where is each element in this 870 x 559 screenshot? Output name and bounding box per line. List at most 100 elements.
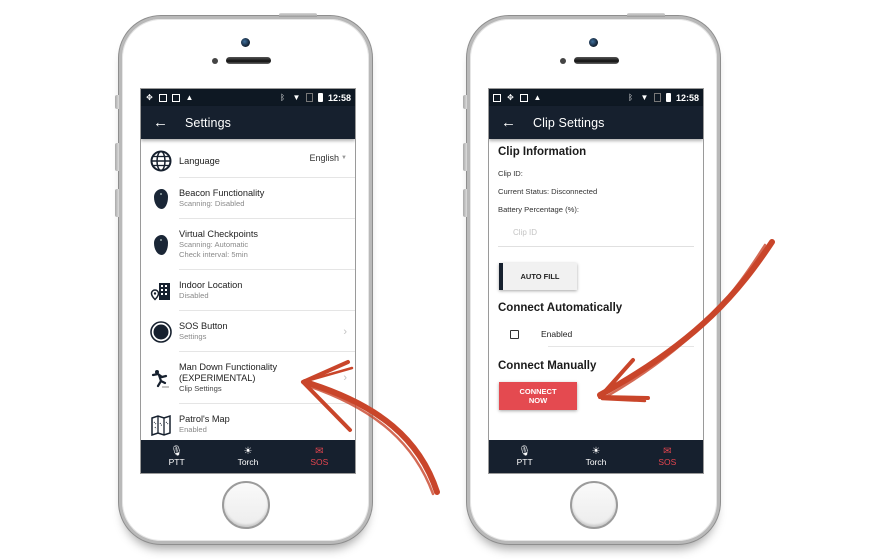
- app-bar: ← Settings: [141, 106, 355, 139]
- nav-label: SOS: [658, 457, 677, 467]
- man-down-icon: [150, 367, 172, 389]
- setting-subtitle: Scanning: Automatic: [179, 240, 249, 249]
- microphone-icon: 🎙︎: [518, 446, 531, 457]
- page-title: Settings: [185, 115, 231, 130]
- sos-envelope-icon: ✉: [315, 446, 324, 457]
- image-icon: [493, 93, 501, 102]
- setting-title: Virtual Checkpoints: [179, 229, 258, 239]
- clock: 12:58: [675, 92, 699, 103]
- sync-icon: ✥: [507, 93, 514, 102]
- beacon-icon: [150, 188, 172, 210]
- battery-percentage-label: Battery Percentage (%):: [498, 205, 580, 214]
- nav-torch[interactable]: ☀ Torch: [218, 446, 278, 467]
- dropdown-caret-icon: ▼: [341, 155, 347, 162]
- volume-down-button: [115, 189, 119, 217]
- home-button: [221, 481, 270, 529]
- enabled-checkbox[interactable]: [510, 329, 519, 339]
- setting-subtitle: Disabled: [179, 291, 209, 300]
- no-sim-icon: [653, 93, 661, 102]
- enabled-checkbox-row[interactable]: Enabled: [498, 321, 694, 347]
- nav-ptt[interactable]: 🎙︎ PTT: [495, 446, 555, 467]
- enabled-label: Enabled: [541, 329, 573, 339]
- earpiece-speaker: [226, 57, 271, 64]
- microphone-icon: 🎙︎: [170, 446, 183, 457]
- clip-information-heading: Clip Information: [498, 146, 587, 158]
- connect-manually-heading: Connect Manually: [498, 360, 597, 372]
- setting-title: SOS Button: [179, 321, 228, 331]
- setting-patrols-map[interactable]: Patrol's Map Enabled: [141, 404, 355, 440]
- setting-subtitle: Enabled: [179, 425, 207, 434]
- setting-man-down[interactable]: Man Down Functionality (EXPERIMENTAL) Cl…: [141, 352, 355, 404]
- auto-fill-button[interactable]: AUTO FILL: [499, 263, 577, 290]
- chevron-right-icon: ›: [343, 325, 347, 338]
- torch-icon: ☀: [591, 446, 601, 457]
- connect-now-line2: NOW: [528, 396, 548, 405]
- proximity-sensor: [212, 58, 218, 64]
- language-dropdown[interactable]: English ▼: [310, 153, 347, 163]
- nav-torch[interactable]: ☀ Torch: [566, 446, 626, 467]
- nav-label: SOS: [310, 457, 329, 467]
- nav-ptt[interactable]: 🎙︎ PTT: [147, 446, 207, 467]
- volume-down-button: [463, 189, 467, 217]
- indoor-location-icon: [150, 280, 172, 302]
- image-icon: [159, 93, 167, 102]
- setting-title: Beacon Functionality: [179, 188, 265, 198]
- bottom-nav: 🎙︎ PTT ☀ Torch ✉ SOS: [141, 440, 355, 473]
- sos-button-icon: [150, 320, 172, 343]
- earpiece-speaker: [574, 57, 619, 64]
- setting-title: Man Down Functionality: [179, 362, 278, 372]
- front-camera: [240, 38, 250, 47]
- nav-sos[interactable]: ✉ SOS: [637, 446, 697, 467]
- setting-indoor-location[interactable]: Indoor Location Disabled: [141, 270, 355, 311]
- setting-subtitle: Settings: [179, 332, 207, 341]
- proximity-sensor: [560, 58, 566, 64]
- sos-envelope-icon: ✉: [663, 446, 672, 457]
- setting-language[interactable]: Language English ▼: [141, 139, 355, 178]
- nav-label: Torch: [237, 457, 259, 467]
- setting-subtitle: Scanning: Disabled: [179, 199, 245, 208]
- nav-label: PTT: [168, 457, 185, 467]
- nav-label: PTT: [516, 457, 533, 467]
- setting-sos-button[interactable]: SOS Button Settings ›: [141, 311, 355, 352]
- clip-settings-screen: ✥ ▲ ᛒ ▼ 12:58 ← Clip Settings Clip Infor…: [488, 88, 704, 474]
- setting-title: Indoor Location: [179, 280, 243, 290]
- home-button: [569, 481, 618, 529]
- mute-switch: [115, 95, 119, 109]
- no-sim-icon: [305, 93, 313, 102]
- phone-frame-left: ✥ ▲ ᛒ ▼ 12:58 ← Settings Language Englis…: [115, 13, 372, 544]
- bluetooth-icon: ᛒ: [280, 93, 285, 102]
- bluetooth-icon: ᛒ: [628, 93, 633, 102]
- language-value: English: [309, 152, 340, 163]
- setting-subtitle-2: Check interval: 5min: [179, 250, 248, 259]
- globe-icon: [150, 150, 172, 172]
- volume-up-button: [115, 143, 119, 171]
- settings-list[interactable]: Language English ▼ Beacon Functionality S…: [141, 139, 355, 440]
- warning-icon: ▲: [185, 93, 194, 102]
- back-arrow-icon[interactable]: ←: [153, 115, 173, 130]
- setting-beacon-functionality[interactable]: Beacon Functionality Scanning: Disabled: [141, 178, 355, 219]
- connect-automatically-heading: Connect Automatically: [498, 302, 623, 314]
- nav-sos[interactable]: ✉ SOS: [289, 446, 349, 467]
- clip-settings-content: Clip Information Clip ID: Current Status…: [489, 139, 703, 440]
- front-camera: [588, 38, 598, 47]
- settings-screen: ✥ ▲ ᛒ ▼ 12:58 ← Settings Language Englis…: [140, 88, 356, 474]
- connect-now-line1: CONNECT: [519, 387, 557, 396]
- setting-title-2: (EXPERIMENTAL): [179, 373, 256, 383]
- beacon-icon: [150, 234, 172, 256]
- setting-virtual-checkpoints[interactable]: Virtual Checkpoints Scanning: Automatic …: [141, 219, 355, 270]
- app-bar: ← Clip Settings: [489, 106, 703, 139]
- nav-label: Torch: [585, 457, 607, 467]
- chevron-right-icon: ›: [343, 372, 347, 384]
- back-arrow-icon[interactable]: ←: [501, 115, 521, 130]
- setting-title: Patrol's Map: [179, 414, 230, 424]
- mute-switch: [463, 95, 467, 109]
- connect-now-button[interactable]: CONNECT NOW: [499, 382, 577, 410]
- bottom-nav: 🎙︎ PTT ☀ Torch ✉ SOS: [489, 440, 703, 473]
- warning-icon: ▲: [533, 93, 542, 102]
- volume-up-button: [463, 143, 467, 171]
- battery-icon: [665, 93, 671, 102]
- clip-id-input[interactable]: Clip ID: [498, 219, 694, 247]
- clip-id-label: Clip ID:: [498, 169, 523, 178]
- status-bar: ✥ ▲ ᛒ ▼ 12:58: [489, 89, 703, 106]
- page-title: Clip Settings: [533, 115, 605, 130]
